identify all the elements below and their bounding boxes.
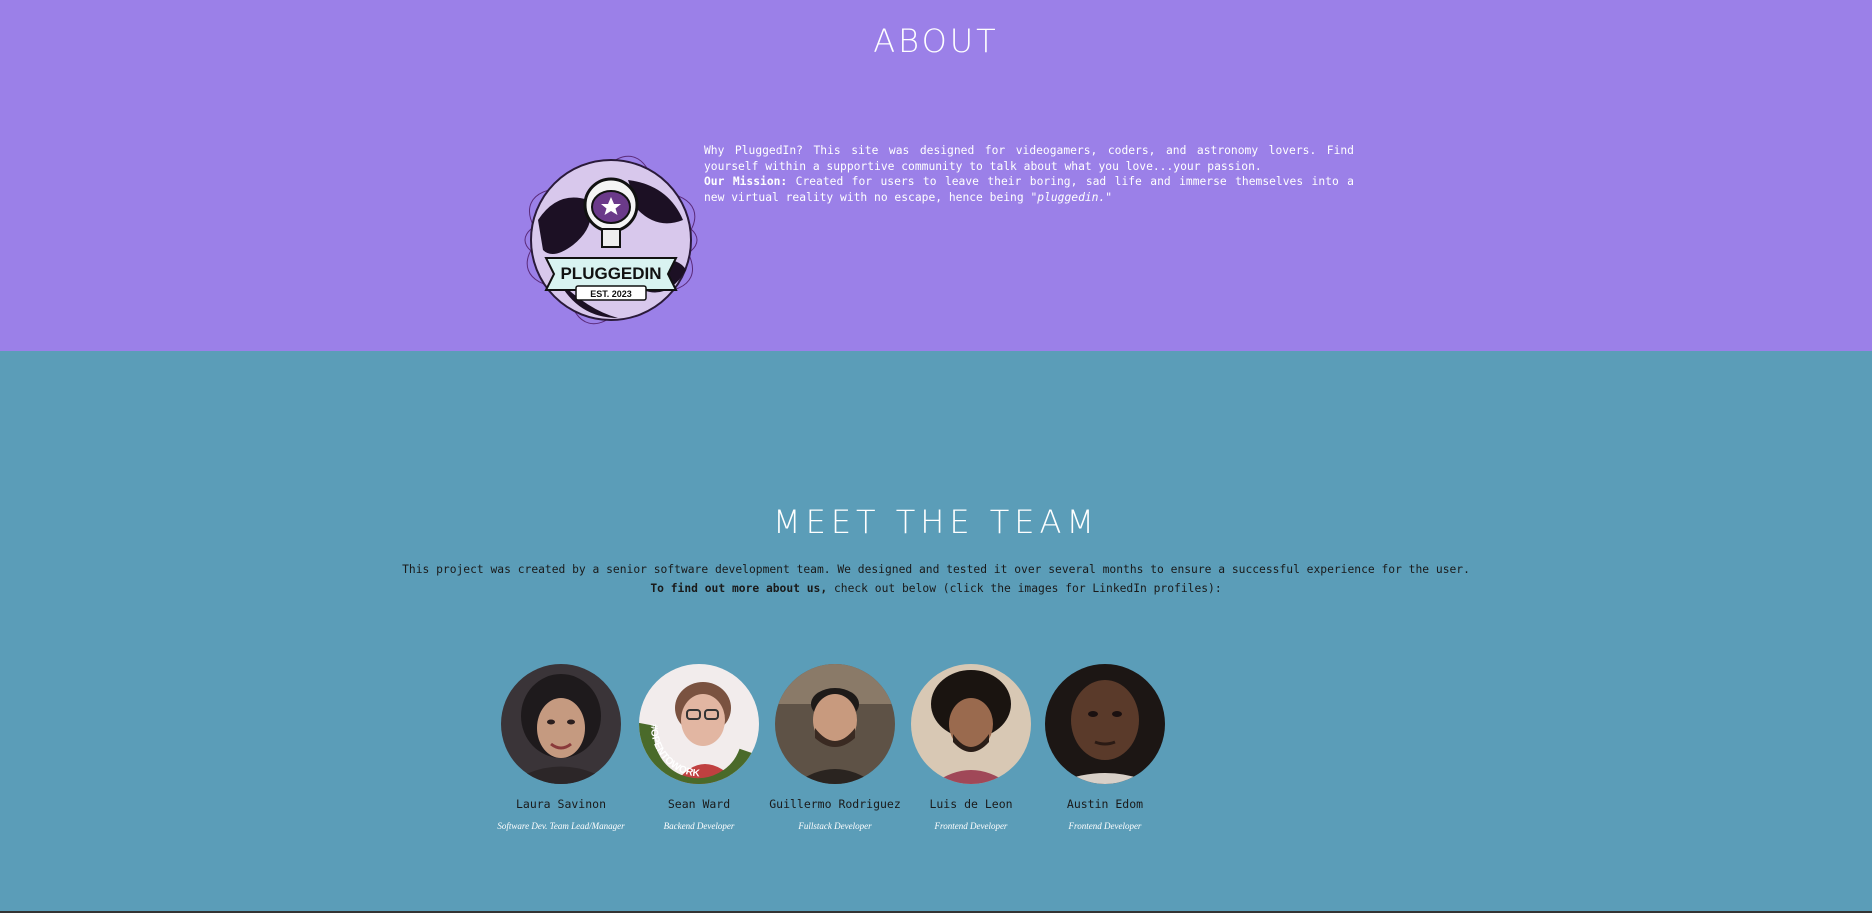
team-section: MEET THE TEAM This project was created b… [0,351,1872,913]
member-name: Laura Savinon [515,797,606,811]
member-name: Luis de Leon [929,797,1013,811]
team-member-austin: Austin Edom Frontend Developer [1035,664,1175,831]
mission-label: Our Mission: [704,175,788,189]
member-role: Software Dev. Team Lead/Manager [497,821,625,831]
member-role: Frontend Developer [1068,821,1142,831]
team-intro-line1: This project was created by a senior sof… [402,563,1470,576]
avatar-sean-linkedin-link[interactable]: #OPENTOWORK [639,664,759,784]
mission-emphasis: pluggedin. [1037,190,1106,204]
about-title: ABOUT [873,22,999,60]
member-name: Guillermo Rodriguez [769,797,901,811]
svg-text:EST. 2023: EST. 2023 [590,289,632,299]
pluggedin-logo: PLUGGEDIN EST. 2023 [518,150,704,328]
avatar-luis-linkedin-link[interactable] [911,664,1031,784]
team-member-sean: #OPENTOWORK Sean Ward Backend Developer [629,664,769,831]
team-member-luis: Luis de Leon Frontend Developer [901,664,1041,831]
about-section: ABOUT PLUGGEDIN EST. 2023 Why PluggedIn?… [0,0,1872,351]
about-paragraph: Why PluggedIn? This site was designed fo… [704,144,1354,173]
member-name: Sean Ward [667,797,731,811]
team-member-laura: Laura Savinon Software Dev. Team Lead/Ma… [491,664,631,831]
avatar-guillermo-linkedin-link[interactable] [775,664,895,784]
team-intro-line2: check out below (click the images for Li… [827,582,1222,595]
team-member-guillermo: Guillermo Rodriguez Fullstack Developer [765,664,905,831]
avatar-austin-linkedin-link[interactable] [1045,664,1165,784]
member-role: Backend Developer [663,821,735,831]
svg-text:PLUGGEDIN: PLUGGEDIN [560,264,661,283]
member-name: Austin Edom [1066,797,1144,811]
avatar-laura-linkedin-link[interactable] [501,664,621,784]
team-title: MEET THE TEAM [772,503,1100,541]
about-description: Why PluggedIn? This site was designed fo… [704,143,1354,205]
mission-text: Created for users to leave their boring,… [704,175,1354,204]
mission-end: " [1105,190,1113,204]
team-intro-bold: To find out more about us, [650,582,828,595]
member-role: Fullstack Developer [798,821,872,831]
team-intro: This project was created by a senior sof… [0,560,1872,598]
member-role: Frontend Developer [934,821,1008,831]
